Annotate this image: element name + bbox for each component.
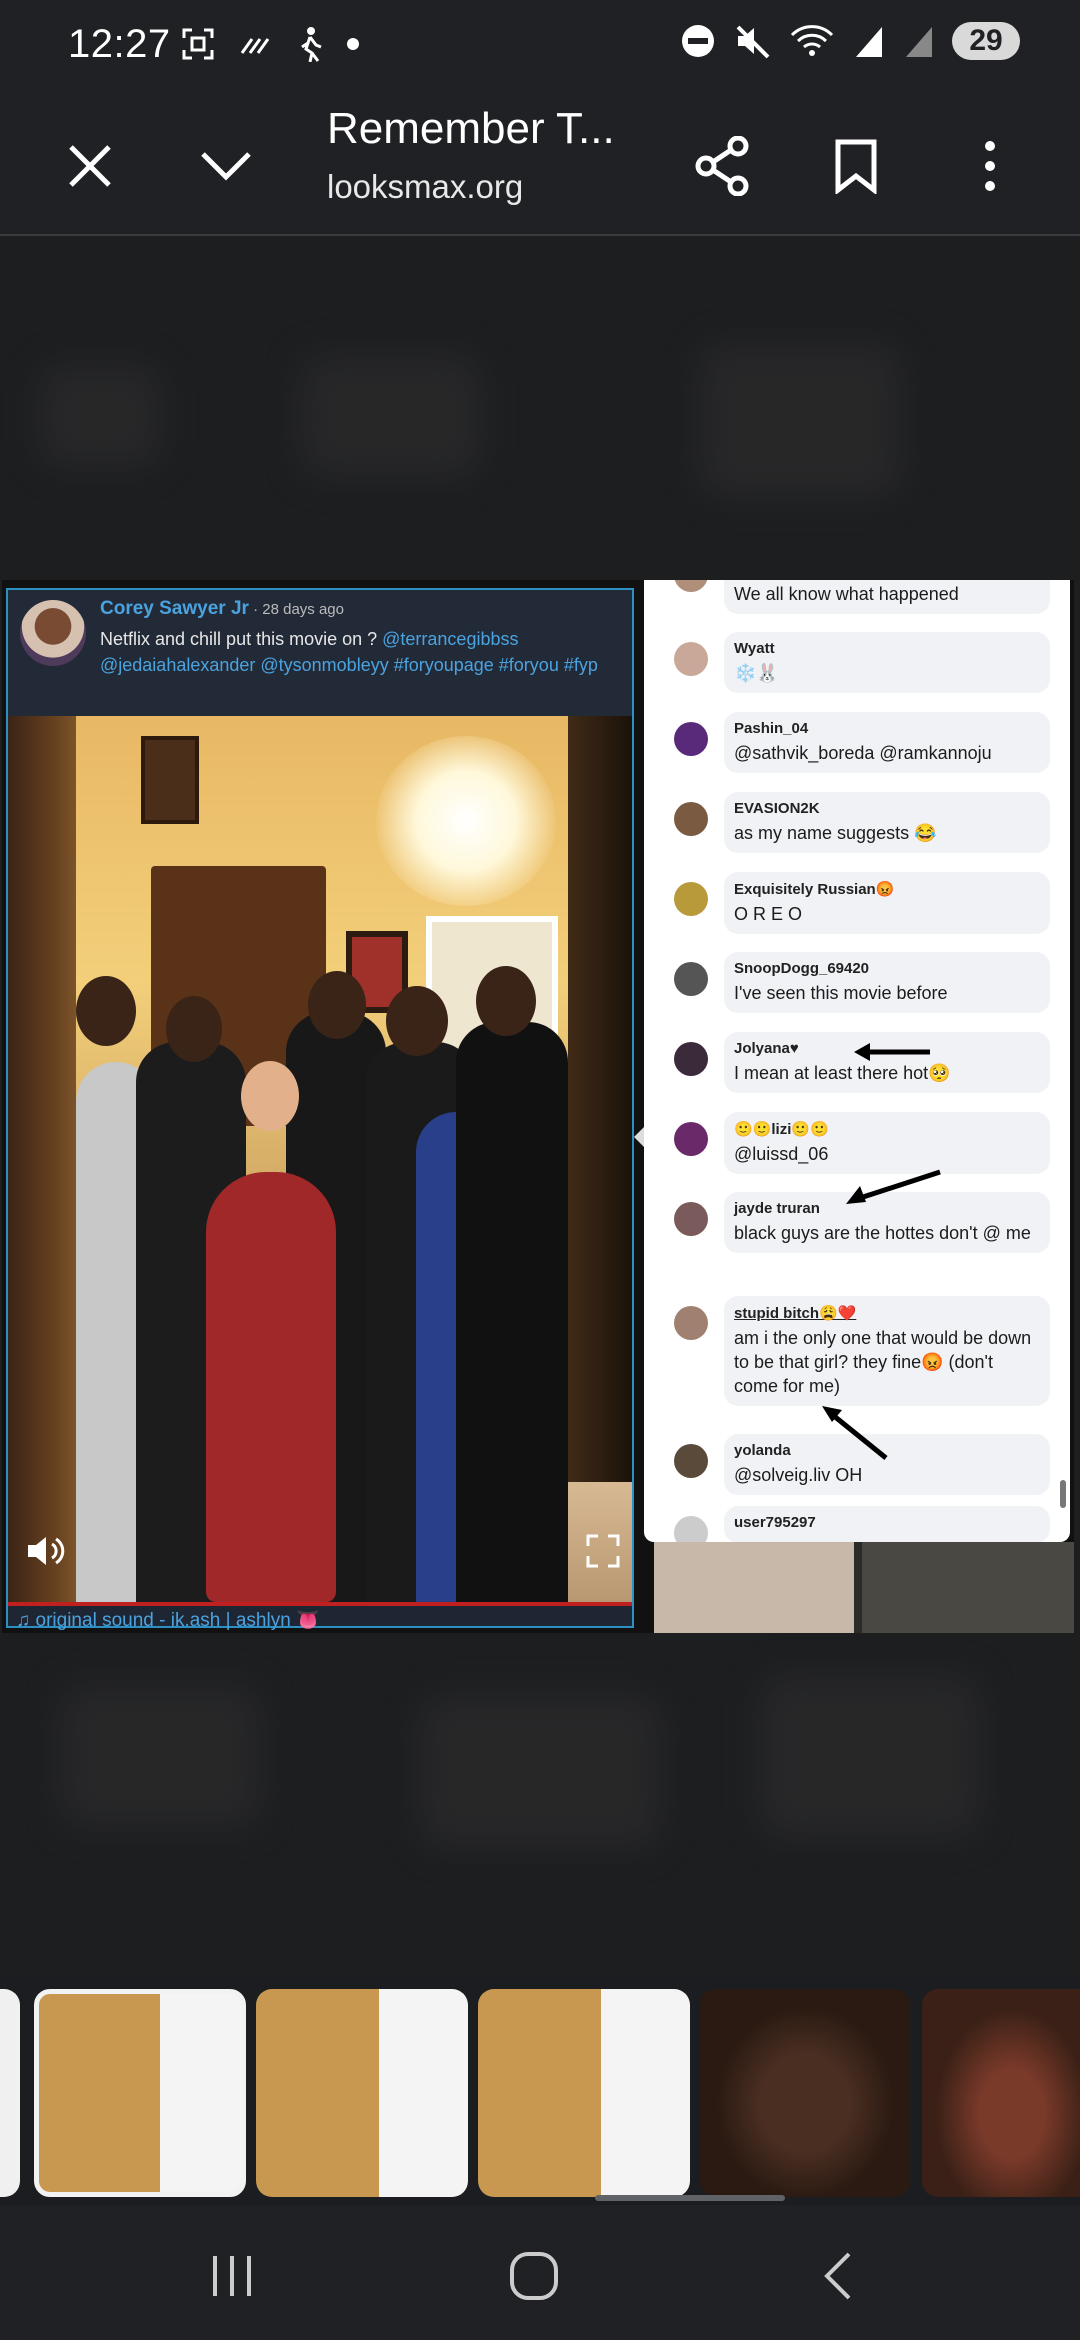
thumbnail-selected[interactable] xyxy=(34,1989,246,2197)
avatar xyxy=(674,1122,708,1156)
thumbnail[interactable] xyxy=(0,1989,20,2197)
more-icon xyxy=(985,141,995,191)
username: Corey Sawyer Jr xyxy=(100,598,249,619)
comment-text: @luissd_06 xyxy=(734,1144,829,1164)
dnd-icon xyxy=(682,25,714,57)
comment-text: We all know what happened xyxy=(734,584,959,604)
bookmark-button[interactable] xyxy=(818,128,894,204)
page-title: Remember T... xyxy=(327,104,615,153)
thumbnail[interactable] xyxy=(256,1989,468,2197)
annotation-arrow-icon xyxy=(822,1406,888,1460)
sound-label: ♫ original sound - ik.ash | ashlyn 👅 xyxy=(16,1610,320,1631)
back-button[interactable] xyxy=(798,2241,878,2311)
signal-icon xyxy=(906,27,932,57)
caption-text: Netflix and chill put this movie on ? xyxy=(100,629,383,649)
avatar xyxy=(674,642,708,676)
thumbnail[interactable] xyxy=(700,1989,910,2197)
comment-text: as my name suggests 😂 xyxy=(734,823,937,843)
fullscreen-icon[interactable] xyxy=(586,1534,620,1573)
avatar xyxy=(674,1306,708,1340)
comment-text: O R E O xyxy=(734,904,803,924)
related-thumbnails xyxy=(654,1542,1074,1633)
annotation-arrow-icon xyxy=(846,1169,941,1204)
volume-icon[interactable] xyxy=(26,1534,66,1573)
comment-author: user795297 xyxy=(734,1514,816,1531)
back-icon xyxy=(824,2252,851,2300)
screenshot-icon xyxy=(182,28,214,60)
tiktok-post: Corey Sawyer Jr · 28 days ago Netflix an… xyxy=(6,588,634,1631)
thumbnail[interactable] xyxy=(478,1989,690,2197)
comment-author: 🙂🙂lizi🙂🙂 xyxy=(734,1121,829,1138)
wifi-calling-icon xyxy=(240,38,270,54)
avatar xyxy=(674,1516,708,1542)
mute-icon xyxy=(736,25,770,59)
comment-text: @sathvik_boreda @ramkannoju xyxy=(734,743,992,763)
battery-indicator: 29 xyxy=(952,22,1020,60)
comment-author: Exquisitely Russian😡 xyxy=(734,881,895,898)
close-button[interactable] xyxy=(52,128,128,204)
main-image[interactable]: Corey Sawyer Jr · 28 days ago Netflix an… xyxy=(2,580,1074,1633)
avatar xyxy=(674,1444,708,1478)
share-icon xyxy=(695,136,749,196)
walking-icon xyxy=(301,27,322,62)
comments-panel: We all know what happened Wyatt ❄️🐰 Pashi… xyxy=(644,580,1070,1542)
comment-author: Pashin_04 xyxy=(734,720,809,737)
collapse-button[interactable] xyxy=(188,128,264,204)
post-caption: Netflix and chill put this movie on ? @t… xyxy=(100,626,620,678)
avatar xyxy=(674,1202,708,1236)
comment-author: EVASION2K xyxy=(734,800,820,817)
status-time: 12:27 xyxy=(68,22,171,66)
signal-icon xyxy=(856,27,882,57)
comment-author: SnoopDogg_69420 xyxy=(734,960,870,977)
post-username: Corey Sawyer Jr · 28 days ago xyxy=(100,598,344,620)
chevron-down-icon xyxy=(201,152,251,181)
status-right-icons: 29 xyxy=(680,22,1020,60)
post-time: · 28 days ago xyxy=(248,601,344,618)
recents-icon xyxy=(213,2256,251,2296)
avatar xyxy=(674,580,708,592)
annotation-arrow-icon xyxy=(854,1043,930,1061)
video-frame xyxy=(8,716,632,1602)
avatar xyxy=(674,882,708,916)
avatar xyxy=(674,1042,708,1076)
wifi-icon xyxy=(790,25,834,56)
comment-text: ❄️🐰 xyxy=(734,663,779,683)
share-button[interactable] xyxy=(684,128,760,204)
close-icon xyxy=(69,145,111,187)
comment-text: I've seen this movie before xyxy=(734,983,948,1003)
avatar xyxy=(674,962,708,996)
system-nav-bar xyxy=(0,2205,1080,2340)
avatar xyxy=(674,722,708,756)
home-icon xyxy=(510,2252,558,2300)
comment-author: stupid bitch😩❤️ xyxy=(734,1305,857,1322)
video-scene xyxy=(76,716,632,1602)
video-progress-bar xyxy=(8,1602,632,1606)
comment-text: am i the only one that would be down to … xyxy=(734,1328,1032,1396)
avatar xyxy=(20,600,86,666)
comment-author: Wyatt xyxy=(734,640,775,657)
comments-scrollbar[interactable] xyxy=(1060,1480,1066,1508)
avatar xyxy=(674,802,708,836)
post-header: Corey Sawyer Jr · 28 days ago Netflix an… xyxy=(8,590,632,716)
comment-text: I mean at least there hot🥺 xyxy=(734,1063,951,1083)
home-button[interactable] xyxy=(494,2241,574,2311)
thumbnail[interactable] xyxy=(922,1989,1080,2197)
comment-text: @solveig.liv OH xyxy=(734,1465,863,1485)
strip-scroll-indicator xyxy=(595,2195,785,2201)
dot-icon xyxy=(347,38,359,50)
status-left-icons xyxy=(180,26,360,62)
status-bar: 12:27 29 xyxy=(0,0,1080,96)
more-options-button[interactable] xyxy=(952,128,1028,204)
bookmark-icon xyxy=(835,139,877,194)
thumbnail-strip xyxy=(0,1985,1080,2200)
recents-button[interactable] xyxy=(192,2241,272,2311)
comment-text: black guys are the hottes don't @ me xyxy=(734,1223,1031,1243)
page-url: looksmax.org xyxy=(327,168,524,205)
